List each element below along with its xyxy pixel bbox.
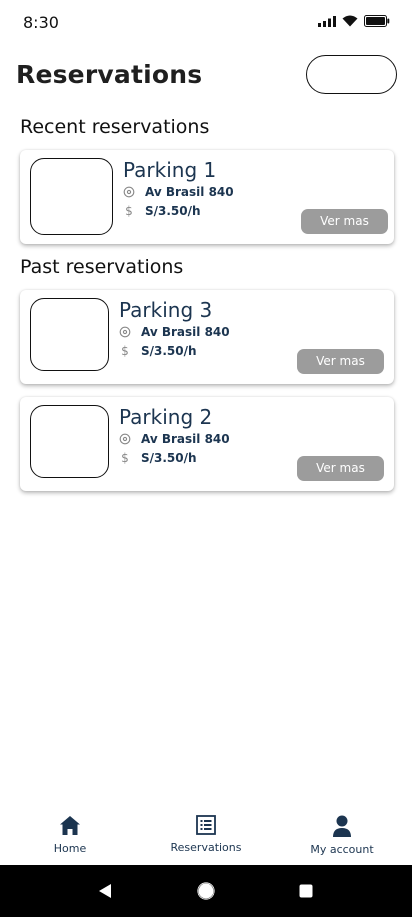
header-action-button[interactable]	[306, 55, 397, 94]
location-pin-icon	[117, 433, 133, 445]
parking-name: Parking 1	[123, 158, 217, 182]
system-navigation-bar	[0, 865, 412, 917]
nav-home-label: Home	[53, 842, 87, 855]
nav-reservations-label: Reservations	[170, 841, 242, 854]
back-button[interactable]	[92, 865, 118, 917]
parking-image	[30, 158, 113, 235]
home-circle-icon	[197, 882, 215, 900]
status-time: 8:30	[23, 13, 59, 32]
page-title: Reservations	[16, 60, 203, 89]
address-text: Av Brasil 840	[145, 185, 234, 199]
nav-reservations[interactable]: Reservations	[151, 815, 261, 854]
nav-my-account[interactable]: My account	[287, 815, 397, 856]
dollar-icon: $	[125, 204, 133, 218]
person-icon	[333, 815, 351, 837]
dollar-icon: $	[121, 344, 129, 358]
home-system-button[interactable]	[193, 865, 219, 917]
reservation-card[interactable]: Parking 3 Av Brasil 840 $ S/3.50/h Ver m…	[20, 290, 394, 384]
parking-name: Parking 3	[119, 298, 213, 322]
recents-button[interactable]	[293, 865, 319, 917]
reservation-card[interactable]: Parking 2 Av Brasil 840 $ S/3.50/h Ver m…	[20, 397, 394, 491]
reservation-card[interactable]: Parking 1 Av Brasil 840 $ S/3.50/h Ver m…	[20, 150, 394, 244]
ver-mas-button[interactable]: Ver mas	[297, 349, 384, 374]
signal-icon	[318, 15, 336, 27]
recent-reservations-title: Recent reservations	[20, 116, 210, 138]
back-triangle-icon	[99, 884, 111, 898]
parking-name: Parking 2	[119, 405, 213, 429]
battery-icon	[364, 15, 390, 27]
nav-home[interactable]: Home	[15, 815, 125, 855]
price-row: $ S/3.50/h	[121, 204, 201, 218]
wifi-icon	[342, 15, 358, 27]
parking-image	[30, 298, 109, 371]
status-icons	[318, 15, 390, 27]
price-text: S/3.50/h	[145, 204, 201, 218]
ver-mas-button[interactable]: Ver mas	[301, 209, 388, 234]
ver-mas-button[interactable]: Ver mas	[297, 456, 384, 481]
square-icon	[299, 884, 313, 898]
address-row: Av Brasil 840	[117, 325, 230, 339]
dollar-icon: $	[121, 451, 129, 465]
past-reservations-title: Past reservations	[20, 256, 184, 278]
location-pin-icon	[121, 186, 137, 198]
parking-image	[30, 405, 109, 478]
home-icon	[60, 816, 80, 835]
address-text: Av Brasil 840	[141, 325, 230, 339]
address-row: Av Brasil 840	[121, 185, 234, 199]
list-icon	[196, 815, 216, 835]
status-bar: 8:30	[0, 0, 412, 44]
address-row: Av Brasil 840	[117, 432, 230, 446]
location-pin-icon	[117, 326, 133, 338]
bottom-navigation: Home Reservations My account	[0, 805, 412, 865]
nav-my-account-label: My account	[310, 843, 374, 856]
price-text: S/3.50/h	[141, 344, 197, 358]
price-row: $ S/3.50/h	[117, 451, 197, 465]
address-text: Av Brasil 840	[141, 432, 230, 446]
price-row: $ S/3.50/h	[117, 344, 197, 358]
price-text: S/3.50/h	[141, 451, 197, 465]
